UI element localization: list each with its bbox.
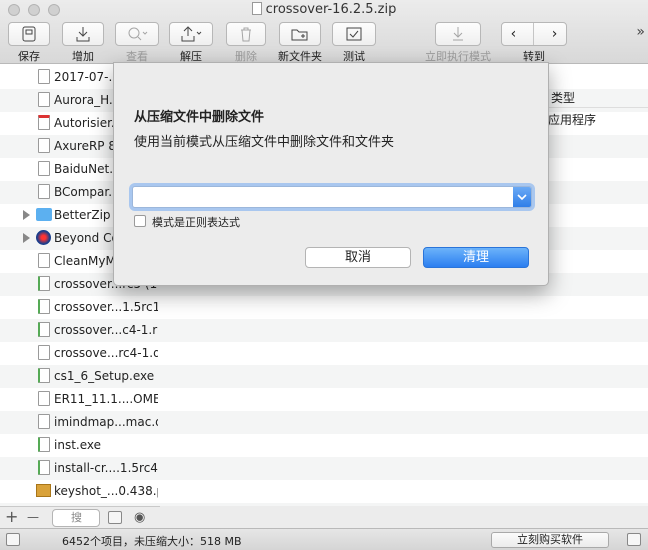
file-name: crossover...c4-1.rp xyxy=(54,323,158,337)
file-icon xyxy=(38,253,50,268)
type-column-header[interactable]: 类型 xyxy=(548,86,648,108)
buy-now-button[interactable]: 立刻购买软件 xyxy=(491,532,609,548)
search-input[interactable]: 搜 xyxy=(52,509,100,527)
list-item[interactable]: imindmap...mac.dr xyxy=(0,411,648,434)
sidebar-toggle-icon[interactable] xyxy=(6,533,20,546)
add-tool[interactable]: 增加 xyxy=(62,22,104,64)
file-icon xyxy=(38,161,50,176)
window-title: crossover-16.2.5.zip xyxy=(0,2,648,17)
file-name: crossove...rc4-1.de xyxy=(54,346,158,360)
save-button[interactable] xyxy=(8,22,50,46)
file-icon xyxy=(38,115,50,130)
info-panel-toggle-icon[interactable] xyxy=(627,533,641,546)
filter-bar: + — ⌕ 搜 ◉ xyxy=(0,506,160,528)
eye-icon[interactable]: ◉ xyxy=(134,510,145,525)
file-icon xyxy=(38,391,50,406)
extract-tool[interactable]: 解压 xyxy=(169,22,213,64)
extract-button[interactable] xyxy=(169,22,213,46)
run-now-tool[interactable]: 立即执行模式 xyxy=(420,22,496,64)
back-arrow-icon[interactable]: ‹ xyxy=(511,26,517,42)
cancel-button[interactable]: 取消 xyxy=(305,247,411,268)
app-icon xyxy=(36,230,51,245)
save-label: 保存 xyxy=(18,50,40,63)
file-icon xyxy=(38,92,50,107)
file-icon xyxy=(38,414,50,429)
file-icon xyxy=(38,368,50,383)
run-now-button[interactable] xyxy=(435,22,481,46)
list-item[interactable]: cs1_6_Setup.exe xyxy=(0,365,648,388)
add-button[interactable] xyxy=(62,22,104,46)
list-item[interactable]: ER11_11.1....OME.dr xyxy=(0,388,648,411)
disclosure-triangle-icon[interactable] xyxy=(23,233,30,243)
delete-button[interactable] xyxy=(226,22,266,46)
add-label: 增加 xyxy=(72,50,94,63)
regex-checkbox-label[interactable]: 模式是正则表达式 xyxy=(152,214,240,230)
list-item[interactable]: crossover...1.5rc1.z xyxy=(0,296,648,319)
list-item[interactable]: crossover...c4-1.rp xyxy=(0,319,648,342)
file-icon xyxy=(38,69,50,84)
goto-buttons: ‹ › xyxy=(501,22,567,46)
new-folder-button[interactable] xyxy=(279,22,321,46)
remove-filter-button[interactable]: — xyxy=(27,510,39,524)
pattern-dropdown-button[interactable] xyxy=(513,187,531,207)
file-icon xyxy=(38,322,50,337)
package-icon xyxy=(36,484,51,497)
run-icon xyxy=(453,27,463,41)
new-folder-tool[interactable]: 新文件夹 xyxy=(276,22,324,64)
list-item[interactable]: install-cr....1.5rc4.b xyxy=(0,457,648,480)
file-icon xyxy=(38,138,50,153)
goto-tool[interactable]: ‹ › 转到 xyxy=(501,22,567,64)
dialog-message: 使用当前模式从压缩文件中删除文件和文件夹 xyxy=(134,135,395,150)
file-name: keyshot_...0.438.p xyxy=(54,484,158,498)
extract-icon xyxy=(181,26,202,42)
chevron-down-icon xyxy=(517,194,527,201)
list-item[interactable]: crossove...rc4-1.de xyxy=(0,342,648,365)
file-name: inst.exe xyxy=(54,438,101,452)
delete-tool[interactable]: 删除 xyxy=(226,22,266,64)
test-tool[interactable]: 测试 xyxy=(332,22,376,64)
file-icon xyxy=(38,437,50,452)
save-icon xyxy=(22,26,36,42)
add-file-icon xyxy=(76,27,90,42)
file-name: imindmap...mac.dr xyxy=(54,415,158,429)
status-bar: 6452个项目，未压缩大小：518 MB 立刻购买软件 xyxy=(0,528,648,550)
file-name: ER11_11.1....OME.dr xyxy=(54,392,158,406)
save-tool[interactable]: 保存 xyxy=(8,22,50,64)
forward-arrow-icon[interactable]: › xyxy=(552,26,558,42)
status-text: 6452个项目，未压缩大小：518 MB xyxy=(62,535,242,548)
list-item[interactable]: inst.exe xyxy=(0,434,648,457)
quicklook-icon xyxy=(128,27,148,41)
disclosure-triangle-icon[interactable] xyxy=(23,210,30,220)
pattern-combobox[interactable] xyxy=(132,186,532,208)
file-name: install-cr....1.5rc4.b xyxy=(54,461,158,475)
file-name: crossover...1.5rc1.z xyxy=(54,300,158,314)
view-tool[interactable]: 查看 xyxy=(115,22,159,64)
toolbar-overflow-icon[interactable]: » xyxy=(636,24,644,40)
trash-icon xyxy=(241,27,251,42)
title-bar: crossover-16.2.5.zip 保存 增加 查看 解压 删除 新文件夹… xyxy=(0,0,648,64)
delete-files-dialog: 从压缩文件中删除文件 使用当前模式从压缩文件中删除文件和文件夹 模式是正则表达式… xyxy=(113,62,549,286)
file-icon xyxy=(38,184,50,199)
regex-checkbox[interactable] xyxy=(134,215,146,227)
new-folder-icon xyxy=(291,29,308,41)
view-button[interactable] xyxy=(115,22,159,46)
file-icon xyxy=(38,460,50,475)
file-icon xyxy=(38,276,50,291)
pattern-input[interactable] xyxy=(133,187,511,207)
list-item[interactable]: keyshot_...0.438.p xyxy=(0,480,648,503)
clear-button[interactable]: 清理 xyxy=(423,247,529,268)
test-check-icon xyxy=(346,27,362,41)
test-button[interactable] xyxy=(332,22,376,46)
file-filter-icon[interactable] xyxy=(108,511,122,524)
folder-icon xyxy=(36,208,52,221)
file-icon xyxy=(38,299,50,314)
divider xyxy=(533,23,535,45)
dialog-title: 从压缩文件中删除文件 xyxy=(134,110,265,125)
file-name: cs1_6_Setup.exe xyxy=(54,369,155,383)
add-filter-button[interactable]: + xyxy=(5,507,18,526)
file-icon xyxy=(38,345,50,360)
type-cell: 应用程序 xyxy=(548,113,597,127)
zip-file-icon xyxy=(251,2,262,15)
